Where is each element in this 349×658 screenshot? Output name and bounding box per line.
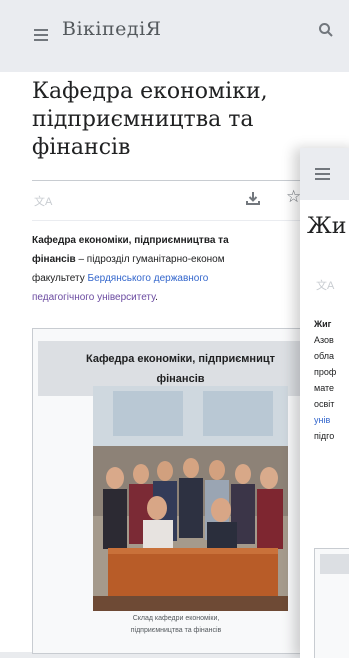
second-page-title: Жи <box>307 214 347 239</box>
university-link[interactable]: Бердянського державного <box>88 273 209 284</box>
page-title-line: Кафедра економіки, <box>32 79 268 104</box>
lead-bold-term: фінансів <box>32 254 76 265</box>
second-lead-line: обла <box>314 351 335 361</box>
second-header <box>300 148 349 200</box>
photo-caption: Склад кафедри економіки, підприємництва … <box>81 613 271 637</box>
lead-text: – підрозділ гуманітарно-економ <box>75 254 225 265</box>
second-lead-paragraph: Жиг Азов обла проф мате освіт унів підго <box>314 316 349 444</box>
lead-text: факультету <box>32 273 88 284</box>
second-lead-link[interactable]: унів <box>314 415 330 425</box>
wikipedia-logo[interactable]: ВікіпедіЯ <box>62 18 162 40</box>
page-title-line: підприємництва та <box>32 107 254 132</box>
page-title-line: фінансів <box>32 135 131 160</box>
lead-tail: . <box>155 292 158 303</box>
second-lead-line: Жиг <box>314 319 332 329</box>
lead-bold-term: Кафедра економіки, підприємництва та <box>32 235 229 246</box>
menu-icon[interactable] <box>315 168 330 183</box>
infobox-title: фінансів <box>156 373 205 385</box>
search-icon[interactable] <box>318 22 334 43</box>
article-page: ВікіпедіЯ Кафедра економіки, підприємниц… <box>0 0 349 654</box>
university-link-cont[interactable]: педагогічного університету <box>32 292 155 303</box>
second-lead-line: Азов <box>314 335 334 345</box>
star-icon[interactable]: ☆ <box>286 188 301 205</box>
download-icon[interactable] <box>245 190 261 211</box>
second-lead-line: мате <box>314 383 335 393</box>
second-infobox <box>314 548 349 658</box>
second-lead-line: підго <box>314 431 335 441</box>
menu-icon[interactable] <box>34 29 48 44</box>
second-article-card[interactable]: Жи 文A Жиг Азов обла проф мате освіт унів… <box>300 148 349 658</box>
language-icon[interactable]: 文A <box>316 277 334 293</box>
caption-line: Склад кафедри економіки, <box>132 615 220 622</box>
department-photo[interactable] <box>93 386 288 611</box>
page-title: Кафедра економіки, підприємництва та фін… <box>32 78 302 162</box>
second-lead-line: проф <box>314 367 337 377</box>
second-lead-line: освіт <box>314 399 335 409</box>
infobox-title: Кафедра економіки, підприємницт <box>85 353 275 365</box>
lead-paragraph: Кафедра економіки, підприємництва та фін… <box>32 231 317 307</box>
caption-line: підприємництва та фінансів <box>130 627 222 634</box>
language-icon[interactable]: 文A <box>34 193 52 209</box>
infobox: Кафедра економіки, підприємницт фінансів <box>32 328 319 654</box>
top-header: ВікіпедіЯ <box>0 0 349 72</box>
